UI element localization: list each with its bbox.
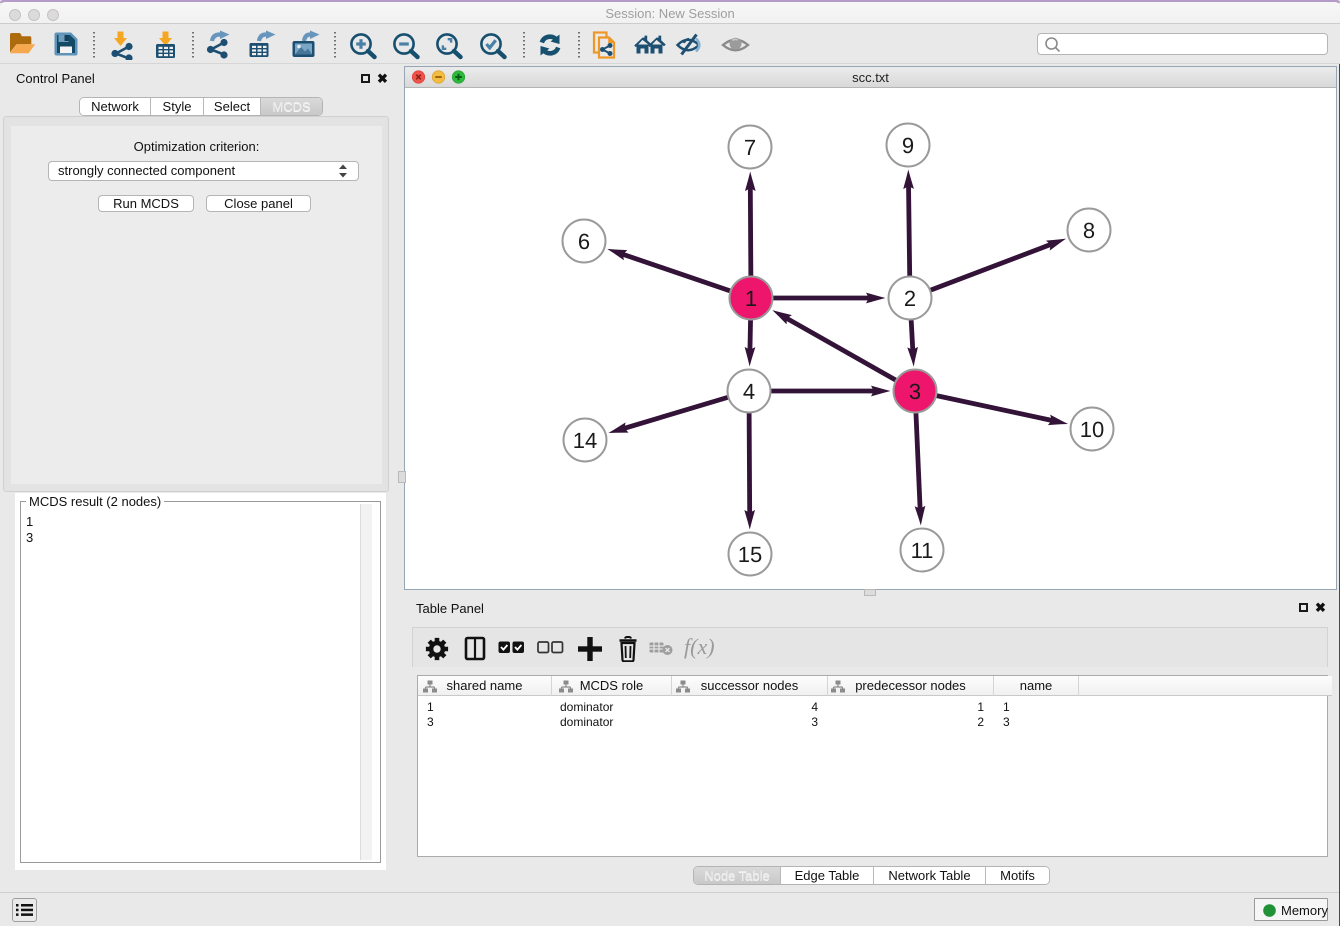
- svg-text:1: 1: [745, 286, 757, 311]
- svg-text:2: 2: [904, 286, 916, 311]
- svg-text:14: 14: [573, 428, 597, 453]
- svg-text:7: 7: [744, 135, 756, 160]
- svg-text:9: 9: [902, 133, 914, 158]
- svg-text:8: 8: [1083, 218, 1095, 243]
- svg-text:4: 4: [743, 379, 755, 404]
- svg-text:11: 11: [911, 538, 934, 563]
- svg-text:15: 15: [738, 542, 762, 567]
- svg-text:10: 10: [1080, 417, 1104, 442]
- svg-text:3: 3: [909, 379, 921, 404]
- svg-text:6: 6: [578, 229, 590, 254]
